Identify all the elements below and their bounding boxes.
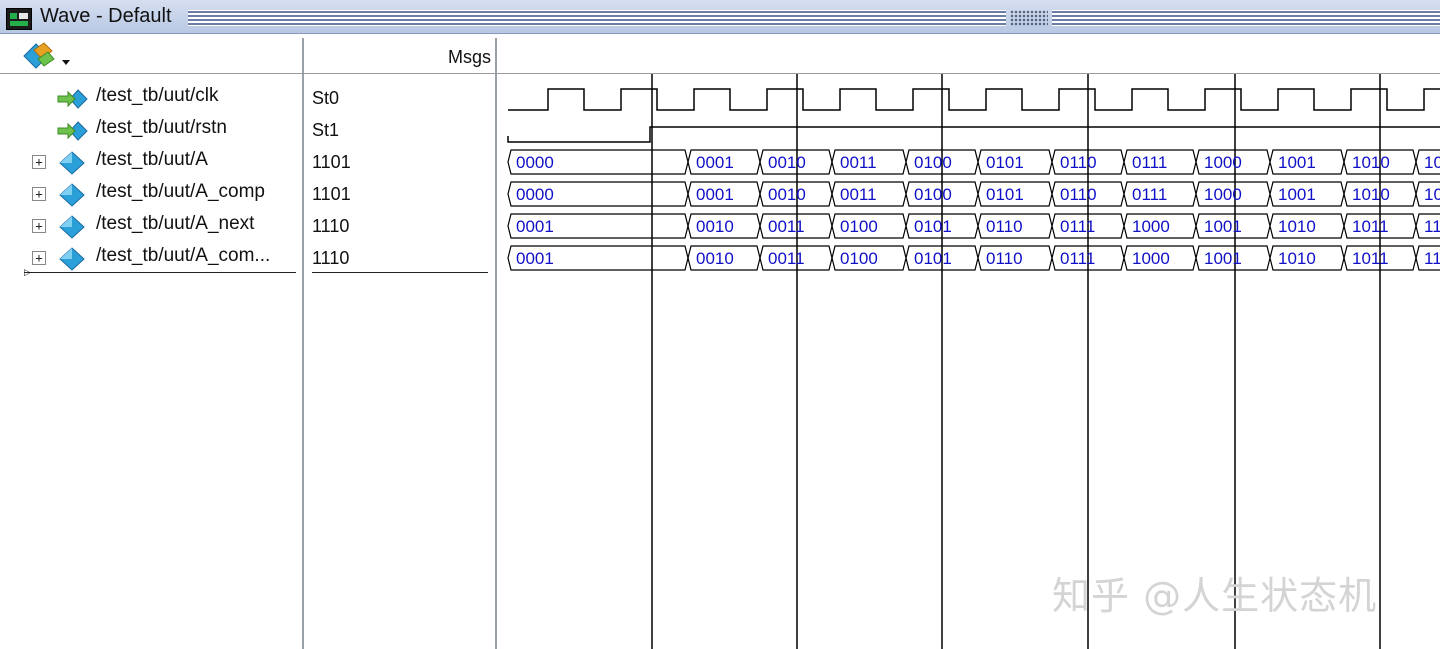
signal-row-rstn[interactable]: /test_tb/uut/rstn	[0, 114, 300, 146]
title-grip-left	[188, 10, 1006, 26]
bus-value-label: 1000	[1204, 153, 1242, 172]
msgs-column-header: Msgs	[447, 47, 491, 67]
wave-add-dropdown-icon	[23, 42, 70, 69]
bus-value-label: 1000	[1132, 217, 1170, 236]
title-grip-right	[1052, 10, 1440, 26]
signal-value: 1110	[312, 216, 350, 236]
diamond-icon	[59, 215, 85, 239]
bus-value-label: 0011	[768, 249, 805, 268]
signal-name: /test_tb/uut/A_com...	[96, 245, 271, 266]
bus-value-label: 0100	[840, 249, 878, 268]
signal-name: /test_tb/uut/rstn	[96, 117, 227, 138]
window-title: Wave - Default	[40, 5, 172, 27]
bus-value-label: 0001	[696, 153, 734, 172]
bus-value-label: 0111	[1060, 249, 1095, 268]
signal-value: 1101	[312, 184, 351, 204]
bus-value-label: 1010	[1352, 153, 1390, 172]
signal-row-clk[interactable]: /test_tb/uut/clk	[0, 82, 300, 114]
expand-toggle[interactable]: +	[32, 251, 46, 265]
bus-value-label: 0010	[696, 249, 734, 268]
bus-value-label: 0100	[840, 217, 878, 236]
bus-value-label: 11	[1424, 249, 1440, 268]
title-grip-dots[interactable]	[1010, 10, 1048, 26]
window-title-bar[interactable]: Wave - Default	[0, 0, 1440, 34]
bus-value-label: 11	[1424, 217, 1440, 236]
diamond-icon	[59, 247, 85, 271]
bus-value-label: 0100	[914, 153, 952, 172]
signal-list-end-line	[24, 272, 296, 273]
bus-value-label: 1010	[1278, 217, 1316, 236]
bus-value-label: 1000	[1132, 249, 1170, 268]
signal-name: /test_tb/uut/A	[96, 149, 208, 170]
expand-toggle[interactable]: +	[32, 187, 46, 201]
signal-name: /test_tb/uut/clk	[96, 85, 219, 106]
bus-value-label: 0011	[840, 153, 877, 172]
signal-value: 1101	[312, 152, 351, 172]
bus-value-label: 0000	[516, 153, 554, 172]
bus-value-label: 0111	[1132, 153, 1167, 172]
value-wave-splitter[interactable]	[495, 38, 497, 649]
bus-value-label: 0111	[1060, 217, 1095, 236]
bus-value-label: 0001	[516, 249, 554, 268]
bus-value-label: 0101	[914, 249, 952, 268]
bus-value-label: 1000	[1204, 185, 1242, 204]
bus-value-label: 0101	[986, 153, 1024, 172]
signal-row-a-comp[interactable]: + /test_tb/uut/A_comp	[0, 178, 300, 210]
input-arrow-diamond-icon	[57, 89, 88, 109]
bus-value-label: 0110	[986, 249, 1023, 268]
expand-toggle[interactable]: +	[32, 219, 46, 233]
signal-value: St1	[312, 120, 340, 140]
bus-value-label: 1011	[1352, 217, 1389, 236]
name-value-splitter[interactable]	[302, 38, 304, 649]
signal-name: /test_tb/uut/A_comp	[96, 181, 265, 202]
insert-marker-icon: ▷	[24, 268, 31, 278]
signal-value: St0	[312, 88, 340, 108]
bus-value-label: 0101	[986, 185, 1024, 204]
bus-value-label: 0001	[516, 217, 554, 236]
bus-value-label: 0010	[768, 153, 806, 172]
diamond-icon	[59, 151, 85, 175]
bus-value-label: 0000	[516, 185, 554, 204]
bus-value-label: 1001	[1278, 153, 1316, 172]
bus-value-label: 1001	[1204, 217, 1242, 236]
bus-value-label: 0110	[1060, 185, 1097, 204]
bus-value-label: 0011	[840, 185, 877, 204]
diamond-icon	[59, 183, 85, 207]
bus-value-label: 1010	[1352, 185, 1390, 204]
wave-header-row: Msgs	[0, 38, 1440, 74]
bus-value-label: 0011	[768, 217, 805, 236]
bus-value-label: 1010	[1278, 249, 1316, 268]
expand-toggle[interactable]: +	[32, 155, 46, 169]
signal-row-a-comp-next[interactable]: + /test_tb/uut/A_com...	[0, 242, 300, 274]
bus-value-label: 0101	[914, 217, 952, 236]
signal-row-a-next[interactable]: + /test_tb/uut/A_next	[0, 210, 300, 242]
rstn-waveform	[507, 126, 1440, 143]
signal-name: /test_tb/uut/A_next	[96, 213, 255, 234]
watermark: 知乎 @人生状态机	[1052, 574, 1378, 618]
value-list-end-line	[312, 272, 488, 273]
modelsim-wave-icon	[6, 8, 32, 30]
signal-value: 1110	[312, 248, 350, 268]
bus-value-label: 1011	[1352, 249, 1389, 268]
wave-pane[interactable]: 0000 0001 0010 0011 0100 0101 0110 0111 1000 1001…	[498, 74, 1440, 649]
input-arrow-diamond-icon	[57, 121, 88, 141]
bus-value-label: 10	[1424, 185, 1440, 204]
bus-value-label: 1001	[1278, 185, 1316, 204]
bus-value-label: 0010	[696, 217, 734, 236]
bus-value-label: 0110	[1060, 153, 1097, 172]
waveform-canvas[interactable]: 0000 0001 0010 0011 0100 0101 0110 0111 1000 1001…	[498, 74, 1440, 649]
wave-add-dropdown-button[interactable]	[18, 41, 76, 71]
bus-value-label: 1001	[1204, 249, 1242, 268]
bus-value-label: 0100	[914, 185, 952, 204]
bus-value-label: 0001	[696, 185, 734, 204]
bus-value-label: 10	[1424, 153, 1440, 172]
bus-value-label: 0110	[986, 217, 1023, 236]
bus-value-label: 0111	[1132, 185, 1167, 204]
bus-value-label: 0010	[768, 185, 806, 204]
clk-waveform	[508, 88, 1440, 111]
signal-row-a[interactable]: + /test_tb/uut/A	[0, 146, 300, 178]
